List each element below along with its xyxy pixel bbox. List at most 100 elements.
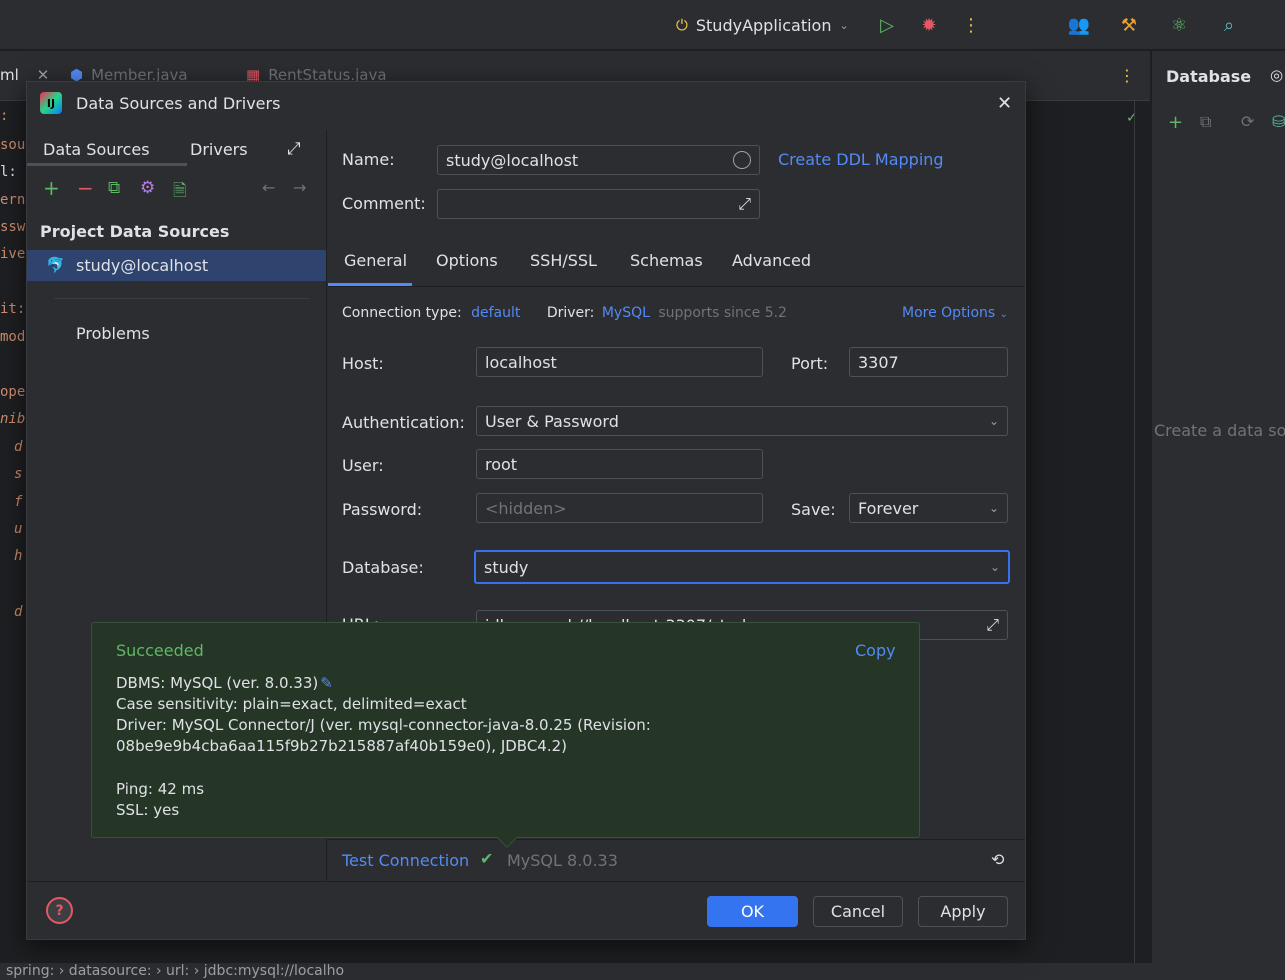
save-label: Save: <box>791 500 836 519</box>
breadcrumb[interactable]: spring: › datasource: › url: › jdbc:mysq… <box>0 963 1285 980</box>
connection-type-label: Connection type: <box>342 305 462 321</box>
code-line: h <box>14 548 23 564</box>
code-line: d <box>14 439 23 455</box>
remove-icon[interactable]: − <box>77 176 94 200</box>
chevron-down-icon: ⌄ <box>989 560 1000 574</box>
back-arrow-icon[interactable]: ← <box>262 178 275 197</box>
run-icon[interactable]: ▷ <box>874 12 900 38</box>
save-value: Forever <box>858 498 919 518</box>
code-line: d <box>14 604 23 620</box>
atom-icon[interactable]: ⚛ <box>1166 12 1192 38</box>
more-icon[interactable]: ⋮ <box>958 12 984 38</box>
pencil-icon[interactable]: ✎ <box>320 674 333 692</box>
create-ddl-mapping-link[interactable]: Create DDL Mapping <box>778 150 944 169</box>
host-field[interactable]: localhost <box>476 347 763 377</box>
target-icon[interactable]: ◎ <box>1270 66 1283 84</box>
list-item-label[interactable]: study@localhost <box>76 256 208 275</box>
forward-arrow-icon[interactable]: → <box>293 178 306 197</box>
authentication-value: User & Password <box>485 411 619 431</box>
expand-icon[interactable]: ⤢ <box>738 194 751 214</box>
database-tool-window <box>1151 51 1285 963</box>
mysql-dolphin-icon: 🐬 <box>46 256 65 274</box>
datasource-icon[interactable]: ⛁ <box>1272 112 1285 131</box>
intellij-logo-icon: IJ <box>40 92 62 114</box>
tab-schemas[interactable]: Schemas <box>630 251 703 270</box>
more-tabs-icon[interactable]: ⋮ <box>1119 66 1135 85</box>
tab-divider <box>328 286 1025 287</box>
scrollbar-track[interactable] <box>1134 101 1135 963</box>
case-sensitivity-info: Case sensitivity: plain=exact, delimited… <box>116 695 467 713</box>
code-line: s <box>14 466 23 482</box>
debug-icon[interactable]: ✹ <box>916 12 942 38</box>
authentication-select[interactable]: User & Password ⌄ <box>476 406 1008 436</box>
save-select[interactable]: Forever ⌄ <box>849 493 1008 523</box>
copy-link[interactable]: Copy <box>855 641 896 660</box>
code-line: ern <box>0 192 26 208</box>
tab-general[interactable]: General <box>344 251 407 270</box>
port-field[interactable]: 3307 <box>849 347 1008 377</box>
code-line: f <box>14 494 23 510</box>
gear-icon[interactable]: ⚙ <box>140 178 155 198</box>
more-options-dropdown[interactable]: More Options ⌄ <box>902 305 1008 321</box>
code-line: nib <box>0 411 26 427</box>
problems-item[interactable]: Problems <box>76 324 150 343</box>
ok-button[interactable]: OK <box>707 896 798 927</box>
port-label: Port: <box>791 354 829 373</box>
test-result-label: MySQL 8.0.33 <box>507 851 618 870</box>
driver-info-line1: Driver: MySQL Connector/J (ver. mysql-co… <box>116 716 651 734</box>
cancel-button[interactable]: Cancel <box>813 896 903 927</box>
run-configuration-selector[interactable]: ⏻ StudyApplication ⌄ <box>676 14 849 36</box>
duplicate-icon[interactable]: ⧉ <box>108 178 120 198</box>
tab-ssh-ssl[interactable]: SSH/SSL <box>530 251 597 270</box>
password-field[interactable]: <hidden> <box>476 493 763 523</box>
history-icon[interactable]: ⟲ <box>991 850 1004 869</box>
tab-advanced[interactable]: Advanced <box>732 251 811 270</box>
check-circle-icon: ✔ <box>480 849 494 868</box>
tab-drivers[interactable]: Drivers <box>190 140 248 159</box>
color-circle-icon[interactable] <box>733 151 751 169</box>
tab-underline <box>27 163 187 166</box>
driver-info-line2: 08be9e9b4cba6aa115f9b27b215887af40b159e0… <box>116 737 568 755</box>
name-label: Name: <box>342 150 395 169</box>
close-icon[interactable]: ✕ <box>997 93 1012 114</box>
driver-link[interactable]: MySQL <box>602 305 650 321</box>
code-line: u <box>14 521 23 537</box>
import-icon[interactable]: 🗎 <box>173 178 187 207</box>
add-icon[interactable]: + <box>43 176 60 200</box>
tab-data-sources[interactable]: Data Sources <box>43 140 150 159</box>
ping-info: Ping: 42 ms <box>116 780 205 798</box>
help-icon[interactable]: ? <box>46 897 73 924</box>
comment-field[interactable]: ⤢ <box>437 189 760 219</box>
search-icon[interactable]: ⌕ <box>1216 12 1242 38</box>
database-value: study <box>484 557 529 577</box>
code-line: l: <box>0 164 17 180</box>
comment-label: Comment: <box>342 194 426 213</box>
connection-type-value[interactable]: default <box>471 305 520 321</box>
people-icon[interactable]: 👥 <box>1066 12 1092 38</box>
empty-state-hint[interactable]: Create a data sou <box>1154 421 1285 440</box>
section-title: Project Data Sources <box>40 222 230 241</box>
expand-icon[interactable]: ⤢ <box>986 615 999 635</box>
database-panel-title: Database <box>1166 67 1252 86</box>
code-line: mod <box>0 329 26 345</box>
main-toolbar <box>0 0 1285 50</box>
tools-icon[interactable]: ⚒ <box>1116 12 1142 38</box>
driver-note: supports since 5.2 <box>658 305 787 321</box>
database-select[interactable]: study ⌄ <box>474 550 1010 584</box>
add-icon[interactable]: + <box>1168 112 1183 133</box>
power-icon: ⏻ <box>676 16 688 34</box>
tab-options[interactable]: Options <box>436 251 498 270</box>
checkmark-icon: ✓ <box>1126 110 1138 126</box>
expand-icon[interactable]: ⤢ <box>287 139 301 159</box>
divider <box>54 298 310 299</box>
name-field[interactable]: study@localhost <box>437 145 760 175</box>
apply-button[interactable]: Apply <box>918 896 1008 927</box>
user-field[interactable]: root <box>476 449 763 479</box>
refresh-icon[interactable]: ⟳ <box>1241 112 1254 131</box>
user-label: User: <box>342 456 384 475</box>
database-label: Database: <box>342 558 424 577</box>
code-line: ope <box>0 384 26 400</box>
ssl-info: SSL: yes <box>116 801 180 819</box>
copy-icon[interactable]: ⧉ <box>1200 112 1211 132</box>
test-connection-link[interactable]: Test Connection <box>342 851 469 870</box>
